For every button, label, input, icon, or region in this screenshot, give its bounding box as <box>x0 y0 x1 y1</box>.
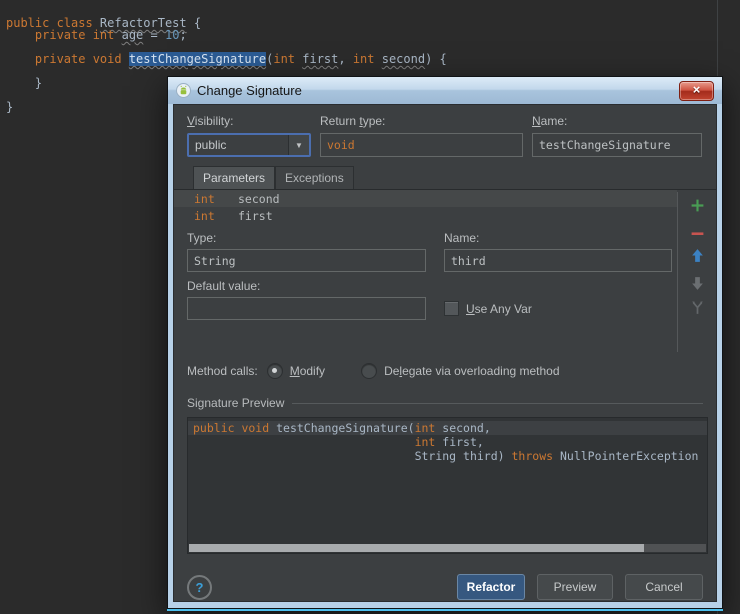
visibility-value: public <box>195 138 227 152</box>
dialog-content: Visibility: Return type: Name: public ▼ … <box>173 104 717 602</box>
modify-radio[interactable] <box>266 363 283 379</box>
signature-preview-label: Signature Preview <box>187 396 285 410</box>
tab-strip: Parameters Exceptions <box>174 166 716 190</box>
default-value-field[interactable] <box>187 297 426 320</box>
delegate-radio[interactable] <box>361 363 378 379</box>
scrollbar-thumb[interactable] <box>189 544 644 552</box>
move-down-icon[interactable] <box>690 276 705 291</box>
close-icon: × <box>692 81 701 97</box>
tab-exceptions[interactable]: Exceptions <box>275 166 354 189</box>
method-calls-row: Method calls: Modify Delegate via overlo… <box>187 363 703 379</box>
method-calls-label: Method calls: <box>187 364 258 378</box>
return-type-label: Return type: <box>320 114 386 128</box>
return-type-field[interactable]: void <box>320 133 523 157</box>
preview-button[interactable]: Preview <box>537 574 613 600</box>
default-value-label: Default value: <box>187 279 261 293</box>
refactor-button[interactable]: Refactor <box>457 574 525 600</box>
parameters-toolbar <box>677 192 718 352</box>
titled-border-rule <box>292 402 703 404</box>
name-label: Name: <box>532 114 568 128</box>
dialog-titlebar[interactable]: Change Signature × <box>168 77 722 104</box>
method-name-field[interactable]: testChangeSignature <box>532 133 702 157</box>
android-studio-icon <box>176 83 191 98</box>
table-row[interactable]: int first <box>174 207 677 224</box>
use-any-var-option[interactable]: Use Any Var <box>444 301 532 316</box>
delegate-radio-label[interactable]: Delegate via overloading method <box>384 364 559 378</box>
horizontal-scrollbar[interactable] <box>189 544 706 552</box>
use-any-var-label: Use Any Var <box>466 301 532 316</box>
return-type-value: void <box>327 138 355 152</box>
param-type-label: Type: <box>187 231 217 245</box>
dialog-title: Change Signature <box>197 83 302 98</box>
add-parameter-icon[interactable] <box>690 198 705 213</box>
parameters-table: int second int first <box>174 190 677 224</box>
method-name-value: testChangeSignature <box>539 138 671 152</box>
use-any-var-checkbox[interactable] <box>444 301 459 316</box>
param-type-value: String <box>194 253 236 268</box>
signature-preview-panel: public void testChangeSignature(int seco… <box>187 417 708 554</box>
ide-screen: public class RefactorTest { private int … <box>0 0 740 614</box>
close-button[interactable]: × <box>679 80 714 101</box>
visibility-label: Visibility: <box>187 114 234 128</box>
change-signature-dialog: Change Signature × Visibility: Return ty… <box>167 76 723 609</box>
propagate-parameters-icon[interactable] <box>690 300 705 315</box>
tab-parameters[interactable]: Parameters <box>193 166 276 189</box>
chevron-down-icon[interactable]: ▼ <box>288 135 309 155</box>
modify-radio-label[interactable]: Modify <box>290 364 325 378</box>
visibility-combobox[interactable]: public ▼ <box>187 133 311 157</box>
param-name-field[interactable]: third <box>444 249 672 272</box>
param-name-label: Name: <box>444 231 480 245</box>
cancel-button[interactable]: Cancel <box>625 574 703 600</box>
help-button[interactable]: ? <box>187 574 212 600</box>
param-name-value: third <box>451 253 486 268</box>
param-type-field[interactable]: String <box>187 249 426 272</box>
remove-parameter-icon[interactable] <box>690 226 705 241</box>
help-icon: ? <box>195 579 204 595</box>
move-up-icon[interactable] <box>690 248 705 263</box>
table-row[interactable]: int second <box>174 190 677 207</box>
